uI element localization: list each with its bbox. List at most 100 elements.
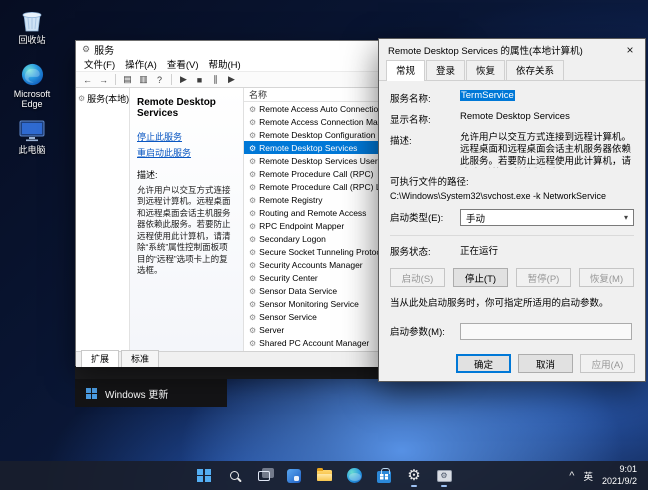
service-gear-icon: [249, 325, 256, 335]
apply-button[interactable]: 应用(A): [580, 354, 635, 373]
tab-recovery[interactable]: 恢复: [466, 60, 506, 80]
menu-view[interactable]: 查看(V): [162, 57, 204, 71]
windows-update-label: Windows 更新: [105, 389, 169, 401]
widgets-button[interactable]: [281, 463, 307, 488]
service-name-label: 服务名称:: [390, 94, 431, 105]
service-gear-icon: [249, 195, 256, 205]
start-button[interactable]: 启动(S): [390, 268, 445, 287]
help-icon[interactable]: ?: [152, 73, 167, 87]
service-gear-icon: [249, 234, 256, 244]
start-params-input[interactable]: [460, 323, 632, 341]
display-name-label: 显示名称:: [390, 115, 431, 126]
service-gear-icon: [249, 104, 256, 114]
tab-general[interactable]: 常规: [386, 60, 426, 81]
pause-button[interactable]: 暂停(P): [516, 268, 571, 287]
menu-file[interactable]: 文件(F): [79, 57, 120, 71]
task-view-icon: [258, 467, 274, 481]
tab-logon[interactable]: 登录: [426, 60, 466, 80]
forward-icon[interactable]: →: [96, 73, 111, 87]
tab-dependencies[interactable]: 依存关系: [506, 60, 565, 80]
export-list-icon[interactable]: ▥: [136, 73, 151, 87]
tab-extended[interactable]: 扩展: [81, 350, 120, 367]
file-explorer-icon: [316, 468, 332, 481]
service-gear-icon: [249, 156, 256, 166]
service-gear-icon: [249, 286, 256, 296]
restart-service-icon[interactable]: ▶: [224, 73, 239, 87]
back-icon[interactable]: ←: [80, 73, 95, 87]
service-name: Remote Access Auto Connection ...: [259, 103, 393, 114]
description-label: 描述:: [390, 136, 412, 147]
dialog-body: 服务名称: TermService 显示名称: Remote Desktop S…: [379, 81, 645, 341]
dialog-titlebar[interactable]: Remote Desktop Services 的属性(本地计算机) ×: [379, 39, 645, 61]
show-console-tree-icon[interactable]: ▤: [120, 73, 135, 87]
service-name: Sensor Data Service: [259, 285, 338, 296]
edge-button[interactable]: [341, 463, 367, 488]
microsoft-store-icon: [377, 467, 391, 483]
service-name: Security Accounts Manager: [259, 259, 363, 270]
search-button[interactable]: [221, 463, 247, 488]
stop-service-link[interactable]: 停止此服务: [137, 130, 236, 143]
resume-button[interactable]: 恢复(M): [579, 268, 634, 287]
path-value: C:\Windows\System32\svchost.exe -k Netwo…: [390, 191, 607, 201]
task-view-button[interactable]: [251, 463, 277, 488]
service-gear-icon: [249, 338, 256, 348]
taskbar-center: ⚙ ⚙: [191, 463, 457, 488]
service-name: Remote Registry: [259, 194, 323, 205]
start-service-icon[interactable]: ▶: [176, 73, 191, 87]
menu-help[interactable]: 帮助(H): [203, 57, 245, 71]
tree-item-label: 服务(本地): [87, 94, 130, 104]
service-status-label: 服务状态:: [390, 247, 431, 258]
services-console-button[interactable]: ⚙: [431, 463, 457, 488]
tab-standard[interactable]: 标准: [121, 350, 160, 367]
background-window-strip: [75, 366, 389, 379]
startup-type-label: 启动类型(E):: [390, 213, 444, 224]
taskbar: ⚙ ⚙ ^ 英 9:01 2021/9/2: [0, 461, 648, 490]
tree-item-services-local[interactable]: ⚙ 服务(本地): [78, 92, 130, 105]
input-language-indicator[interactable]: 英: [583, 469, 593, 483]
stop-button[interactable]: 停止(T): [453, 268, 508, 287]
service-name: Security Center: [259, 272, 318, 283]
service-name: Secondary Logon: [259, 233, 326, 244]
service-name-value: TermService: [460, 90, 515, 101]
service-control-buttons: 启动(S) 停止(T) 暂停(P) 恢复(M): [390, 268, 634, 287]
close-icon[interactable]: ×: [615, 39, 645, 61]
chevron-down-icon: ▾: [623, 213, 628, 222]
service-gear-icon: [249, 299, 256, 309]
clock[interactable]: 9:01 2021/9/2: [602, 464, 637, 487]
services-window-title: 服务: [94, 45, 115, 57]
stop-service-icon[interactable]: ■: [192, 73, 207, 87]
startup-type-dropdown[interactable]: 手动 ▾: [460, 209, 634, 226]
service-name-field[interactable]: TermService: [460, 90, 634, 101]
windows-update-window[interactable]: Windows 更新: [75, 379, 227, 407]
services-console-icon: ⚙: [436, 469, 452, 482]
menu-action[interactable]: 操作(A): [120, 57, 162, 71]
desktop-icon-edge[interactable]: Microsoft Edge: [3, 60, 61, 110]
desktop-icon-recycle-bin[interactable]: 回收站: [3, 6, 61, 45]
service-name: Remote Desktop Services: [259, 142, 358, 153]
service-name: Remote Desktop Configuration: [259, 129, 376, 140]
service-gear-icon: [249, 143, 256, 153]
service-gear-icon: [249, 130, 256, 140]
pause-service-icon[interactable]: ∥: [208, 73, 223, 87]
service-name: Routing and Remote Access: [259, 207, 367, 218]
desktop-icon-this-pc[interactable]: 此电脑: [3, 116, 61, 155]
restart-service-link[interactable]: 重启动此服务: [137, 146, 236, 159]
hidden-icons-chevron[interactable]: ^: [569, 470, 574, 482]
service-gear-icon: [249, 260, 256, 270]
service-name: Sensor Monitoring Service: [259, 298, 359, 309]
windows-logo-icon: [197, 468, 211, 483]
settings-button[interactable]: ⚙: [401, 463, 427, 488]
desktop-icon-label: 回收站: [18, 35, 46, 45]
toolbar-separator: [115, 74, 116, 85]
service-gear-icon: [249, 117, 256, 127]
cancel-button[interactable]: 取消: [518, 354, 573, 373]
store-button[interactable]: [371, 463, 397, 488]
ok-button[interactable]: 确定: [456, 354, 511, 373]
edge-icon: [3, 60, 61, 87]
service-status-value: 正在运行: [460, 246, 499, 257]
service-name: Sensor Service: [259, 311, 317, 322]
start-button-taskbar[interactable]: [191, 463, 217, 488]
service-name: Shared PC Account Manager: [259, 337, 370, 348]
file-explorer-button[interactable]: [311, 463, 337, 488]
service-gear-icon: [249, 247, 256, 257]
